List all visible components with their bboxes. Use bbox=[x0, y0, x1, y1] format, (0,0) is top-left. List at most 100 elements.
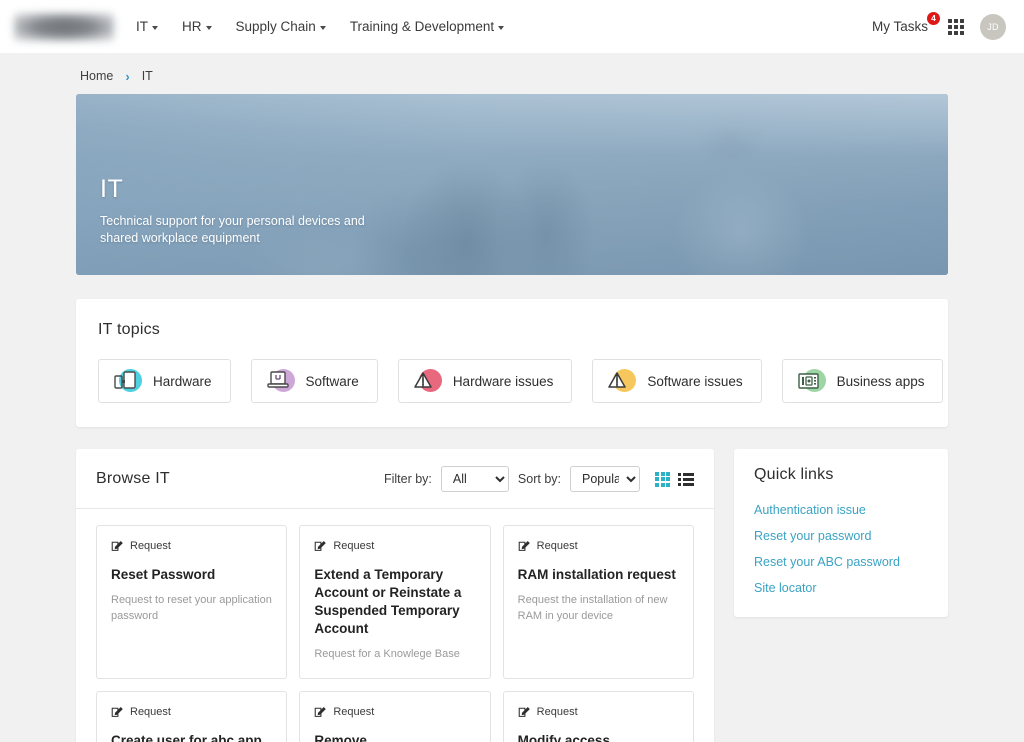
my-tasks-link[interactable]: My Tasks 4 bbox=[871, 12, 940, 34]
nav-item-it[interactable]: IT bbox=[136, 19, 158, 34]
item-description: Request for a Knowlege Base bbox=[314, 647, 460, 660]
page-body: Home › IT IT Technical support for your … bbox=[0, 53, 1024, 742]
quick-links-panel: Quick links Authentication issue Reset y… bbox=[734, 449, 948, 617]
nav-right-controls: My Tasks 4 JD bbox=[871, 12, 1006, 40]
item-kind: Request bbox=[111, 705, 272, 718]
item-description: Request the installation of new RAM in y… bbox=[517, 593, 668, 622]
catalog-item-card[interactable]: Request Extend a Temporary Account or Re… bbox=[299, 525, 491, 680]
laptop-tools-icon bbox=[265, 366, 295, 396]
topic-card-hardware-issues[interactable]: Hardware issues bbox=[397, 359, 573, 403]
hero-subtitle: Technical support for your personal devi… bbox=[100, 213, 365, 245]
nav-item-hr[interactable]: HR bbox=[182, 19, 212, 34]
chevron-down-icon bbox=[205, 25, 212, 30]
catalog-items-grid: Request Reset Password Request to reset … bbox=[76, 509, 714, 742]
warning-triangle-icon bbox=[412, 366, 442, 396]
breadcrumb-current: IT bbox=[141, 69, 153, 83]
breadcrumb: Home › IT bbox=[76, 53, 948, 94]
filter-select[interactable]: All bbox=[440, 466, 509, 492]
item-kind-label: Request bbox=[333, 539, 375, 552]
item-title: Modify access bbox=[517, 733, 610, 742]
grid-view-icon[interactable] bbox=[655, 471, 670, 487]
topic-card-software-issues[interactable]: Software issues bbox=[592, 359, 762, 403]
breadcrumb-home[interactable]: Home bbox=[80, 69, 113, 83]
chevron-right-icon: › bbox=[125, 68, 130, 84]
nav-item-label: Training & Development bbox=[349, 19, 495, 34]
nav-item-label: Supply Chain bbox=[235, 19, 316, 34]
item-description: Request to reset your application passwo… bbox=[111, 593, 272, 622]
item-title: Create user for abc app bbox=[111, 733, 262, 742]
sort-by-label: Sort by: bbox=[517, 472, 561, 486]
view-toggle-group bbox=[655, 471, 694, 487]
item-kind: Request bbox=[518, 539, 679, 552]
app-launcher-icon[interactable] bbox=[948, 18, 964, 35]
item-kind-label: Request bbox=[130, 539, 171, 552]
topic-label: Hardware issues bbox=[452, 373, 554, 389]
nav-item-label: HR bbox=[182, 19, 202, 34]
topic-card-hardware[interactable]: Hardware bbox=[98, 359, 231, 403]
browse-panel: Browse IT Filter by: All Sort by: Popula… bbox=[76, 449, 714, 742]
topic-card-business-apps[interactable]: Business apps bbox=[781, 359, 944, 403]
request-pencil-icon bbox=[315, 707, 327, 718]
item-title: Remove Temporary/Contractor Access bbox=[314, 733, 367, 742]
item-kind: Request bbox=[314, 539, 475, 552]
avatar[interactable]: JD bbox=[980, 13, 1006, 40]
item-kind: Request bbox=[518, 705, 679, 718]
nav-item-supply-chain[interactable]: Supply Chain bbox=[236, 19, 326, 34]
topic-label: Hardware bbox=[153, 373, 212, 389]
quick-links-list: Authentication issue Reset your password… bbox=[754, 503, 928, 595]
hero-banner: IT Technical support for your personal d… bbox=[76, 94, 948, 275]
item-title: RAM installation request bbox=[517, 567, 676, 582]
item-kind-label: Request bbox=[536, 705, 578, 718]
request-pencil-icon bbox=[111, 541, 123, 551]
nav-item-label: IT bbox=[136, 19, 148, 34]
catalog-item-card[interactable]: Request RAM installation request Request… bbox=[502, 525, 694, 680]
topic-label: Software bbox=[305, 373, 359, 389]
page-title: IT bbox=[100, 174, 124, 203]
top-navigation-bar: IT HR Supply Chain Training & Developmen… bbox=[0, 0, 1024, 53]
catalog-item-card[interactable]: Request Remove Temporary/Contractor Acce… bbox=[299, 691, 491, 742]
it-topics-panel: IT topics Hardware Software Hardware iss… bbox=[76, 299, 948, 427]
it-topics-title: IT topics bbox=[98, 321, 160, 338]
catalog-item-card[interactable]: Request Create user for abc app Create u… bbox=[96, 691, 288, 742]
item-kind: Request bbox=[314, 705, 475, 718]
topic-label: Software issues bbox=[647, 373, 743, 389]
browse-title: Browse IT bbox=[96, 470, 170, 487]
main-nav-menu: IT HR Supply Chain Training & Developmen… bbox=[136, 19, 505, 34]
chevron-down-icon bbox=[498, 25, 505, 30]
item-kind: Request bbox=[111, 539, 272, 552]
item-title: Extend a Temporary Account or Reinstate … bbox=[314, 567, 462, 636]
request-pencil-icon bbox=[111, 707, 123, 718]
chevron-down-icon bbox=[319, 25, 326, 30]
quick-link-reset-your-abc-password[interactable]: Reset your ABC password bbox=[754, 555, 928, 569]
hero-text-block: IT Technical support for your personal d… bbox=[100, 175, 400, 248]
quick-link-site-locator[interactable]: Site locator bbox=[754, 581, 928, 595]
catalog-item-card[interactable]: Request Reset Password Request to reset … bbox=[96, 525, 288, 680]
topic-card-software[interactable]: Software bbox=[250, 359, 378, 403]
browse-header: Browse IT Filter by: All Sort by: Popula… bbox=[76, 449, 714, 509]
my-tasks-label: My Tasks bbox=[871, 19, 928, 34]
request-pencil-icon bbox=[518, 541, 530, 551]
it-topics-list: Hardware Software Hardware issues Softwa… bbox=[98, 359, 944, 403]
filter-by-label: Filter by: bbox=[383, 472, 432, 486]
catalog-item-card[interactable]: Request Modify access Request to modify … bbox=[502, 691, 694, 742]
browse-controls: Filter by: All Sort by: Popular bbox=[384, 466, 694, 492]
item-kind-label: Request bbox=[536, 539, 578, 552]
request-pencil-icon bbox=[315, 541, 327, 551]
nav-item-training-development[interactable]: Training & Development bbox=[349, 19, 505, 34]
item-kind-label: Request bbox=[130, 705, 171, 718]
item-title: Reset Password bbox=[111, 567, 216, 582]
business-app-icon bbox=[796, 366, 826, 396]
sort-select[interactable]: Popular bbox=[570, 466, 640, 492]
warning-triangle-icon bbox=[606, 366, 637, 396]
quick-links-title: Quick links bbox=[754, 466, 834, 483]
list-view-icon[interactable] bbox=[678, 472, 694, 486]
quick-link-authentication-issue[interactable]: Authentication issue bbox=[754, 503, 928, 517]
chevron-down-icon bbox=[152, 25, 158, 30]
company-logo[interactable] bbox=[14, 12, 114, 41]
item-kind-label: Request bbox=[333, 705, 375, 718]
topic-label: Business apps bbox=[836, 373, 925, 389]
request-pencil-icon bbox=[518, 707, 530, 718]
quick-link-reset-your-password[interactable]: Reset your password bbox=[754, 529, 928, 543]
my-tasks-badge: 4 bbox=[927, 12, 940, 25]
devices-icon bbox=[112, 366, 142, 396]
